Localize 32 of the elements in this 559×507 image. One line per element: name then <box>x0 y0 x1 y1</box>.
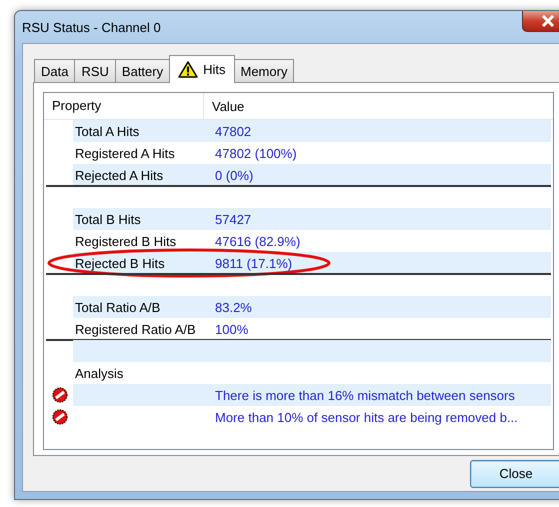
property-cell-text: Rejected B Hits <box>74 256 166 270</box>
property-cell-text: Total Ratio A/B <box>74 300 162 314</box>
value-cell: 100% <box>215 322 248 336</box>
value-cell: 0 (0%) <box>215 168 254 182</box>
value-cell: There is more than 16% mismatch between sensors <box>215 388 515 402</box>
window-title: RSU Status - Channel 0 <box>22 20 161 35</box>
tab[interactable]: Hits <box>169 55 234 83</box>
error-icon <box>52 387 68 403</box>
tab[interactable]: RSU <box>74 59 116 82</box>
tab[interactable]: Battery <box>114 59 170 82</box>
value-cell: 57427 <box>215 212 252 226</box>
error-icon <box>52 409 68 425</box>
value-cell: 47616 (82.9%) <box>215 234 300 248</box>
property-cell-text: Registered A Hits <box>74 146 176 160</box>
warning-icon <box>178 61 198 78</box>
property-cell-text: Registered Ratio A/B <box>74 322 197 336</box>
property-cell-text: Total A Hits <box>74 124 140 138</box>
value-cell: 47802 <box>215 124 252 138</box>
property-cell-text: Registered B Hits <box>74 234 178 248</box>
value-cell: More than 10% of sensor hits are being removed b... <box>215 410 518 424</box>
column-header[interactable]: Value <box>204 98 244 114</box>
value-cell: 83.2% <box>215 300 252 314</box>
column-header[interactable]: Property <box>44 93 204 119</box>
property-cell-text: Analysis <box>74 366 124 380</box>
value-cell: 47802 (100%) <box>215 146 297 160</box>
tab[interactable]: Data <box>34 59 76 82</box>
close-button[interactable]: Close <box>470 460 559 488</box>
value-cell: 9811 (17.1%) <box>215 256 292 270</box>
close-icon[interactable] <box>522 11 559 32</box>
property-cell-text: Total B Hits <box>74 212 142 226</box>
property-cell-text: Rejected A Hits <box>74 168 164 182</box>
tab[interactable]: Memory <box>234 59 294 82</box>
